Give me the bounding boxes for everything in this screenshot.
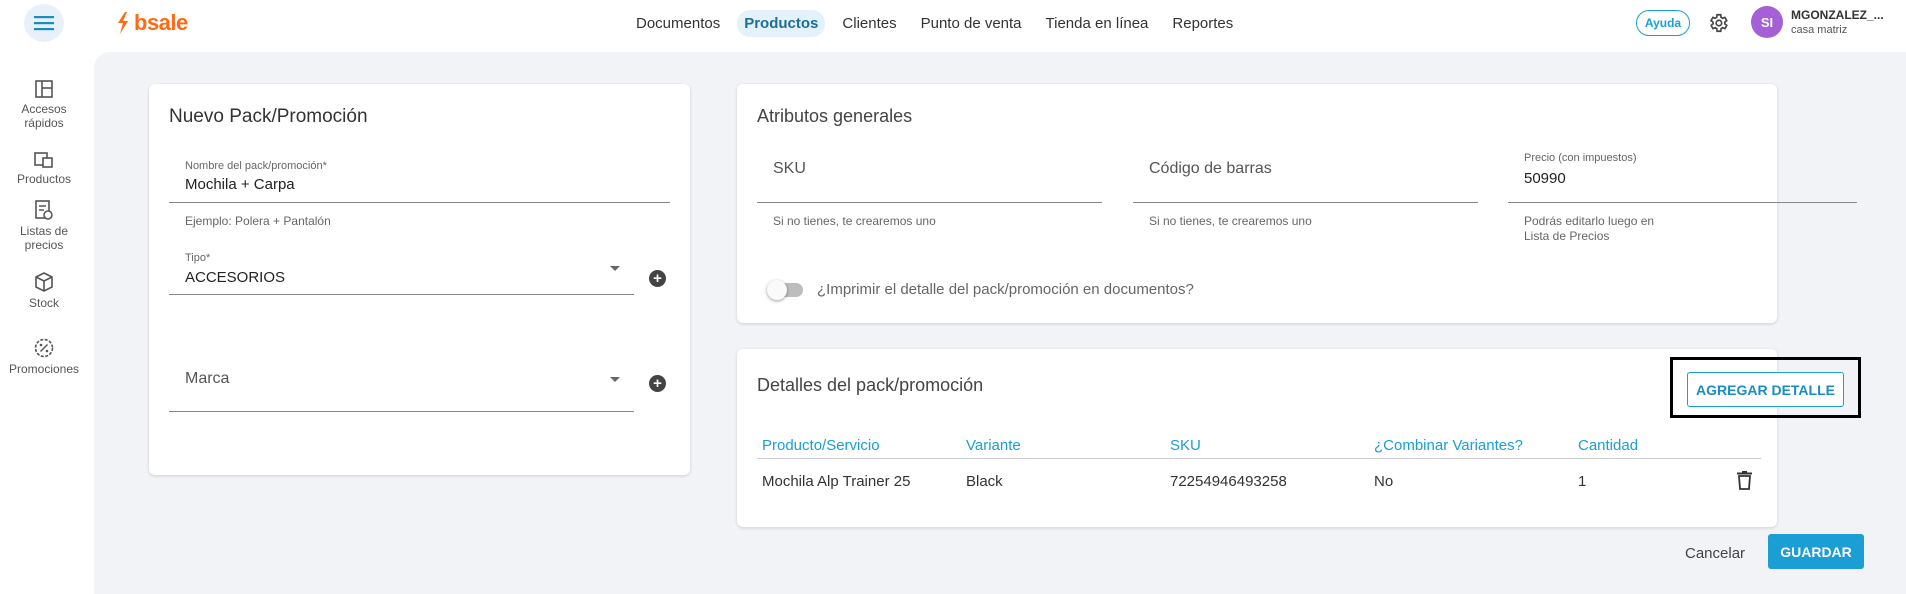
type-value: ACCESORIOS xyxy=(185,269,286,286)
price-list-icon xyxy=(35,200,53,220)
cell-quantity: 1 xyxy=(1578,473,1587,490)
trash-icon[interactable] xyxy=(1737,471,1752,490)
price-value: 50990 xyxy=(1524,170,1566,187)
cancel-button[interactable]: Cancelar xyxy=(1685,545,1745,562)
field-underline xyxy=(757,202,1102,203)
field-underline xyxy=(169,411,634,412)
add-detail-button[interactable]: AGREGAR DETALLE xyxy=(1687,372,1844,407)
type-label: Tipo* xyxy=(185,252,211,264)
cell-sku: 72254946493258 xyxy=(1170,473,1287,490)
column-header[interactable]: Variante xyxy=(966,437,1021,454)
menu-button[interactable] xyxy=(24,4,64,42)
add-type-icon[interactable]: + xyxy=(649,270,666,287)
nav-productos[interactable]: Productos xyxy=(737,10,826,37)
field-underline xyxy=(169,294,634,295)
sidebar-item-stock[interactable]: Stock xyxy=(0,272,88,310)
brand-name: bsale xyxy=(134,10,188,35)
toggle-knob xyxy=(767,280,787,300)
column-header[interactable]: Producto/Servicio xyxy=(762,437,880,454)
add-brand-icon[interactable]: + xyxy=(649,375,666,392)
sku-input[interactable]: SKU xyxy=(757,160,1102,203)
avatar[interactable]: SI xyxy=(1751,6,1783,38)
field-underline xyxy=(1508,202,1857,203)
cell-product: Mochila Alp Trainer 25 xyxy=(762,473,911,490)
box-icon xyxy=(35,272,53,292)
sidebar-item-listas-de-precios[interactable]: Listas de precios xyxy=(0,200,88,252)
barcode-helper: Si no tienes, te crearemos uno xyxy=(1149,214,1312,228)
field-underline xyxy=(1133,202,1478,203)
column-header[interactable]: Cantidad xyxy=(1578,437,1638,454)
page-title: Nuevo Pack/Promoción xyxy=(169,106,368,127)
sidebar-label: Listas de precios xyxy=(19,224,69,252)
top-bar: bsale Documentos Productos Clientes Punt… xyxy=(0,0,1906,46)
nav-tienda-en-linea[interactable]: Tienda en línea xyxy=(1039,10,1156,37)
pack-form-card: Nuevo Pack/Promoción Nombre del pack/pro… xyxy=(149,84,690,475)
sidebar-label: Accesos rápidos xyxy=(21,102,67,130)
nav-punto-de-venta[interactable]: Punto de venta xyxy=(914,10,1029,37)
sidebar-item-accesos-rapidos[interactable]: Accesos rápidos xyxy=(0,80,88,130)
nav-documentos[interactable]: Documentos xyxy=(629,10,727,37)
sku-placeholder: SKU xyxy=(773,160,806,177)
attributes-title: Atributos generales xyxy=(757,106,913,126)
pack-name-label: Nombre del pack/promoción* xyxy=(185,160,327,172)
sku-helper: Si no tienes, te crearemos uno xyxy=(773,214,936,228)
cell-combine: No xyxy=(1374,473,1394,490)
column-header[interactable]: SKU xyxy=(1170,437,1201,454)
barcode-placeholder: Código de barras xyxy=(1149,160,1272,177)
user-branch: casa matriz xyxy=(1791,24,1848,36)
print-detail-toggle[interactable] xyxy=(767,280,807,300)
bolt-icon xyxy=(118,12,128,34)
save-button[interactable]: GUARDAR xyxy=(1768,534,1864,569)
gear-icon[interactable] xyxy=(1707,12,1729,34)
products-icon xyxy=(34,152,53,168)
brand-select[interactable]: Marca xyxy=(169,370,634,412)
main-content: Nuevo Pack/Promoción Nombre del pack/pro… xyxy=(94,52,1906,594)
brand-placeholder: Marca xyxy=(185,370,230,387)
sidebar-label: Stock xyxy=(28,296,59,310)
type-select[interactable]: Tipo* ACCESORIOS xyxy=(169,252,634,295)
nav-reportes[interactable]: Reportes xyxy=(1165,10,1240,37)
price-helper: Podrás editarlo luego en Lista de Precios xyxy=(1524,214,1655,243)
barcode-input[interactable]: Código de barras xyxy=(1133,160,1478,203)
help-button[interactable]: Ayuda xyxy=(1636,10,1690,36)
table-divider xyxy=(757,458,1761,459)
print-detail-label: ¿Imprimir el detalle del pack/promoción … xyxy=(817,281,1194,298)
layout-icon xyxy=(35,80,53,98)
chevron-down-icon xyxy=(610,266,620,271)
chevron-down-icon xyxy=(610,377,620,382)
pack-name-field[interactable]: Nombre del pack/promoción* Mochila + Car… xyxy=(169,160,670,203)
sidebar-label: Productos xyxy=(16,172,72,186)
field-underline xyxy=(169,202,670,203)
promo-icon xyxy=(34,338,54,358)
brand-logo[interactable]: bsale xyxy=(116,10,188,36)
sidebar-label: Promociones xyxy=(8,362,80,376)
price-label: Precio (con impuestos) xyxy=(1524,152,1637,164)
attributes-card: Atributos generales SKU Si no tienes, te… xyxy=(737,84,1857,323)
main-nav: Documentos Productos Clientes Punto de v… xyxy=(629,10,1240,37)
pack-name-value: Mochila + Carpa xyxy=(185,176,295,193)
user-name[interactable]: MGONZALEZ_... xyxy=(1791,8,1884,22)
cell-variant: Black xyxy=(966,473,1003,490)
pack-name-helper: Ejemplo: Polera + Pantalón xyxy=(185,214,331,228)
sidebar-item-productos[interactable]: Productos xyxy=(0,152,88,186)
sidebar-item-promociones[interactable]: Promociones xyxy=(0,338,88,376)
column-header[interactable]: ¿Combinar Variantes? xyxy=(1374,437,1523,454)
details-title: Detalles del pack/promoción xyxy=(757,375,984,395)
sidebar: Accesos rápidos Productos Listas de precio… xyxy=(0,46,94,594)
price-input[interactable]: Precio (con impuestos) 50990 xyxy=(1508,152,1857,203)
nav-clientes[interactable]: Clientes xyxy=(835,10,903,37)
details-card: Detalles del pack/promoción AGREGAR DETA… xyxy=(737,349,1861,527)
hamburger-icon xyxy=(34,16,54,31)
